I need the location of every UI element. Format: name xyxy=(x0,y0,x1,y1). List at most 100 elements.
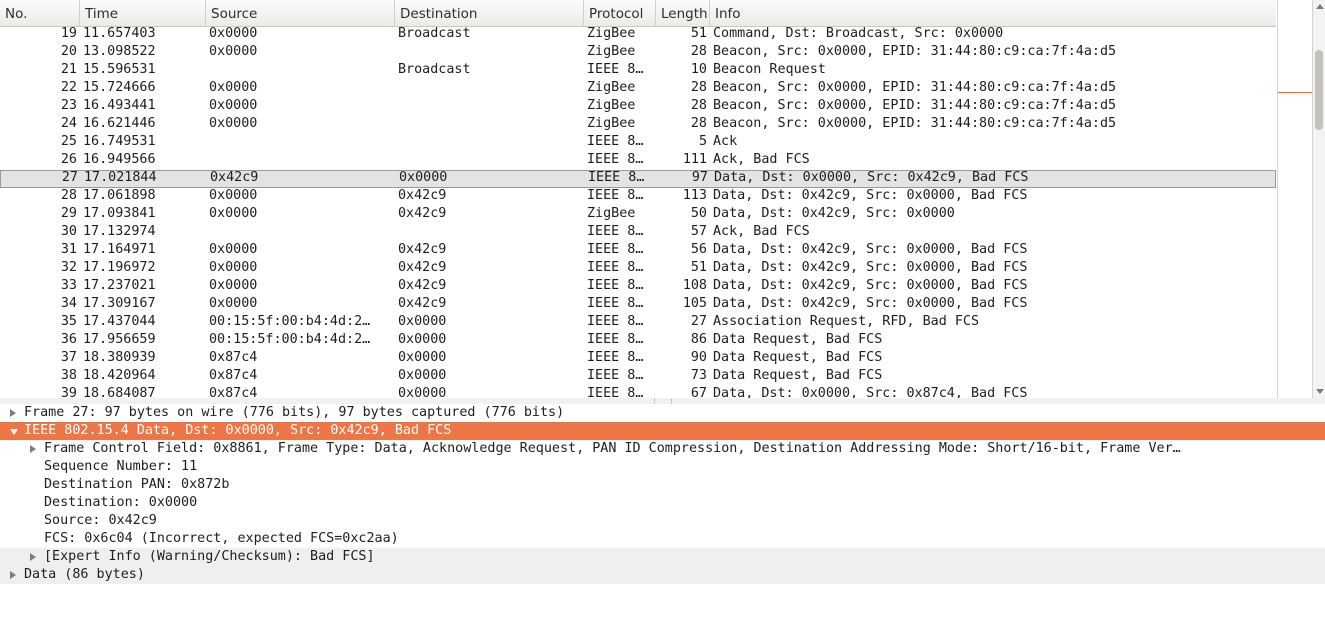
packet-row[interactable]: 34 17.309167 0x0000 0x42c9 IEEE 8… 105 Data, D… xyxy=(0,296,1276,314)
packet-source: 00:15:5f:00:b4:4d:2… xyxy=(209,314,371,329)
packet-time: 16.493441 xyxy=(83,98,156,113)
expanded-arrow-icon[interactable] xyxy=(10,429,18,435)
packet-row[interactable]: 25 16.749531 IEEE 8… 5 Ack xyxy=(0,134,1276,152)
packet-row[interactable]: 30 17.132974 IEEE 8… 57 Ack, Bad FCS xyxy=(0,224,1276,242)
packet-list-scrollbar[interactable] xyxy=(1312,0,1325,398)
packet-time: 17.309167 xyxy=(83,296,156,311)
packet-destination: 0x42c9 xyxy=(398,278,447,293)
packet-list[interactable]: No. Time Source Destination Protocol Len… xyxy=(0,0,1325,399)
packet-length: 97 xyxy=(691,170,708,185)
packet-no: 30 xyxy=(60,224,77,239)
packet-row[interactable]: 24 16.621446 0x0000 ZigBee 28 Beacon, Src: 0x… xyxy=(0,116,1276,134)
packet-row[interactable]: 39 18.684087 0x87c4 0x0000 IEEE 8… 67 Data, Ds… xyxy=(0,386,1276,398)
detail-tree-item[interactable]: [Expert Info (Warning/Checksum): Bad FCS… xyxy=(0,548,1325,566)
packet-no: 32 xyxy=(60,260,77,275)
detail-tree-label: Frame 27: 97 bytes on wire (776 bits), 9… xyxy=(24,405,565,420)
packet-no: 24 xyxy=(60,116,77,131)
column-header-no[interactable]: No. xyxy=(0,0,80,26)
packet-length: 5 xyxy=(698,134,707,149)
packet-no: 21 xyxy=(60,62,77,77)
detail-tree-item[interactable]: Frame Control Field: 0x8861, Frame Type:… xyxy=(0,440,1325,458)
packet-destination: 0x0000 xyxy=(398,332,447,347)
detail-tree-item[interactable]: Source: 0x42c9 xyxy=(0,512,1325,530)
column-header-source[interactable]: Source xyxy=(206,0,395,26)
packet-source: 0x0000 xyxy=(209,296,258,311)
column-header-time[interactable]: Time xyxy=(80,0,206,26)
packet-source: 0x0000 xyxy=(209,98,258,113)
packet-row[interactable]: 21 15.596531 Broadcast IEEE 8… 10 Beacon Requ… xyxy=(0,62,1276,80)
packet-row[interactable]: 26 16.949566 IEEE 8… 111 Ack, Bad FCS xyxy=(0,152,1276,170)
packet-time: 17.437044 xyxy=(83,314,156,329)
packet-row[interactable]: 38 18.420964 0x87c4 0x0000 IEEE 8… 73 Data Req… xyxy=(0,368,1276,386)
packet-row[interactable]: 29 17.093841 0x0000 0x42c9 ZigBee 50 Data, Dst… xyxy=(0,206,1276,224)
packet-destination: 0x0000 xyxy=(398,368,447,383)
detail-tree-item[interactable]: Frame 27: 97 bytes on wire (776 bits), 9… xyxy=(0,404,1325,422)
packet-row[interactable]: 19 11.657403 0x0000 Broadcast ZigBee 51 Comman… xyxy=(0,26,1276,44)
detail-tree-item[interactable]: Destination: 0x0000 xyxy=(0,494,1325,512)
collapsed-arrow-icon[interactable] xyxy=(10,571,16,579)
packet-row[interactable]: 20 13.098522 0x0000 ZigBee 28 Beacon, Src: 0x… xyxy=(0,44,1276,62)
column-header-length[interactable]: Length xyxy=(656,0,710,26)
packet-row[interactable]: 32 17.196972 0x0000 0x42c9 IEEE 8… 51 Data, Ds… xyxy=(0,260,1276,278)
packet-info: Data, Dst: 0x42c9, Src: 0x0000, Bad FCS xyxy=(713,260,1028,275)
packet-length: 28 xyxy=(690,80,707,95)
collapsed-arrow-icon[interactable] xyxy=(30,445,36,453)
detail-tree-label: Data (86 bytes) xyxy=(24,567,145,582)
packet-length: 57 xyxy=(690,224,707,239)
packet-time: 11.657403 xyxy=(83,26,156,41)
scrollbar-thumb[interactable] xyxy=(1315,50,1323,130)
detail-tree-item[interactable]: Sequence Number: 11 xyxy=(0,458,1325,476)
packet-length: 90 xyxy=(690,350,707,365)
packet-protocol: ZigBee xyxy=(587,80,636,95)
packet-info: Data Request, Bad FCS xyxy=(713,332,883,347)
detail-tree-item[interactable]: IEEE 802.15.4 Data, Dst: 0x0000, Src: 0x… xyxy=(0,422,1325,440)
packet-row[interactable]: 28 17.061898 0x0000 0x42c9 IEEE 8… 113 Data, D… xyxy=(0,188,1276,206)
packet-row[interactable]: 37 18.380939 0x87c4 0x0000 IEEE 8… 90 Data Req… xyxy=(0,350,1276,368)
packet-minimap[interactable] xyxy=(1277,0,1313,398)
detail-tree-item[interactable]: Data (86 bytes) xyxy=(0,566,1325,584)
packet-destination: 0x0000 xyxy=(399,170,448,185)
packet-time: 17.061898 xyxy=(83,188,156,203)
packet-length: 10 xyxy=(690,62,707,77)
packet-protocol: ZigBee xyxy=(587,26,636,41)
column-header-info[interactable]: Info xyxy=(710,0,1276,26)
packet-protocol: IEEE 8… xyxy=(587,152,644,167)
packet-no: 33 xyxy=(60,278,77,293)
packet-info: Data, Dst: 0x42c9, Src: 0x0000, Bad FCS xyxy=(713,242,1028,257)
packet-source xyxy=(209,62,392,80)
packet-source: 0x0000 xyxy=(209,260,258,275)
packet-source: 0x87c4 xyxy=(209,386,258,398)
scroll-up-arrow-icon[interactable] xyxy=(1316,4,1324,9)
detail-tree-label: IEEE 802.15.4 Data, Dst: 0x0000, Src: 0x… xyxy=(24,423,452,438)
packet-protocol: IEEE 8… xyxy=(587,278,644,293)
column-header-destination[interactable]: Destination xyxy=(395,0,584,26)
column-header-protocol[interactable]: Protocol xyxy=(584,0,656,26)
packet-time: 17.132974 xyxy=(83,224,156,239)
packet-no: 23 xyxy=(60,98,77,113)
detail-tree-item[interactable]: Destination PAN: 0x872b xyxy=(0,476,1325,494)
packet-row[interactable]: 22 15.724666 0x0000 ZigBee 28 Beacon, Src: 0x… xyxy=(0,80,1276,98)
packet-source: 0x0000 xyxy=(209,26,258,41)
packet-destination xyxy=(398,116,581,134)
packet-destination: Broadcast xyxy=(398,26,471,41)
scroll-down-arrow-icon[interactable] xyxy=(1316,389,1324,394)
packet-row[interactable]: 35 17.437044 00:15:5f:00:b4:4d:2… 0x0000 IEE… xyxy=(0,314,1276,332)
packet-no: 19 xyxy=(60,26,77,41)
packet-row[interactable]: 23 16.493441 0x0000 ZigBee 28 Beacon, Src: 0x… xyxy=(0,98,1276,116)
packet-info: Ack, Bad FCS xyxy=(713,224,810,239)
packet-details-tree[interactable]: Frame 27: 97 bytes on wire (776 bits), 9… xyxy=(0,404,1325,627)
packet-info: Data Request, Bad FCS xyxy=(713,350,883,365)
splitter-grip-icon[interactable] xyxy=(654,399,672,403)
packet-info: Beacon, Src: 0x0000, EPID: 31:44:80:c9:c… xyxy=(713,98,1117,113)
packet-row[interactable]: 33 17.237021 0x0000 0x42c9 IEEE 8… 108 Data, D… xyxy=(0,278,1276,296)
packet-row[interactable]: 31 17.164971 0x0000 0x42c9 IEEE 8… 56 Data, Ds… xyxy=(0,242,1276,260)
collapsed-arrow-icon[interactable] xyxy=(10,409,16,417)
packet-time: 17.093841 xyxy=(83,206,156,221)
detail-tree-item[interactable]: FCS: 0x6c04 (Incorrect, expected FCS=0xc… xyxy=(0,530,1325,548)
packet-row[interactable]: 36 17.956659 00:15:5f:00:b4:4d:2… 0x0000 IEE… xyxy=(0,332,1276,350)
packet-info: Data, Dst: 0x42c9, Src: 0x0000, Bad FCS xyxy=(713,278,1028,293)
packet-row-selected[interactable]: 27 17.021844 0x42c9 0x0000 IEEE 8… 97 Data, Ds… xyxy=(0,170,1276,188)
packet-info: Association Request, RFD, Bad FCS xyxy=(713,314,980,329)
packet-time: 17.021844 xyxy=(84,170,157,185)
collapsed-arrow-icon[interactable] xyxy=(30,553,36,561)
